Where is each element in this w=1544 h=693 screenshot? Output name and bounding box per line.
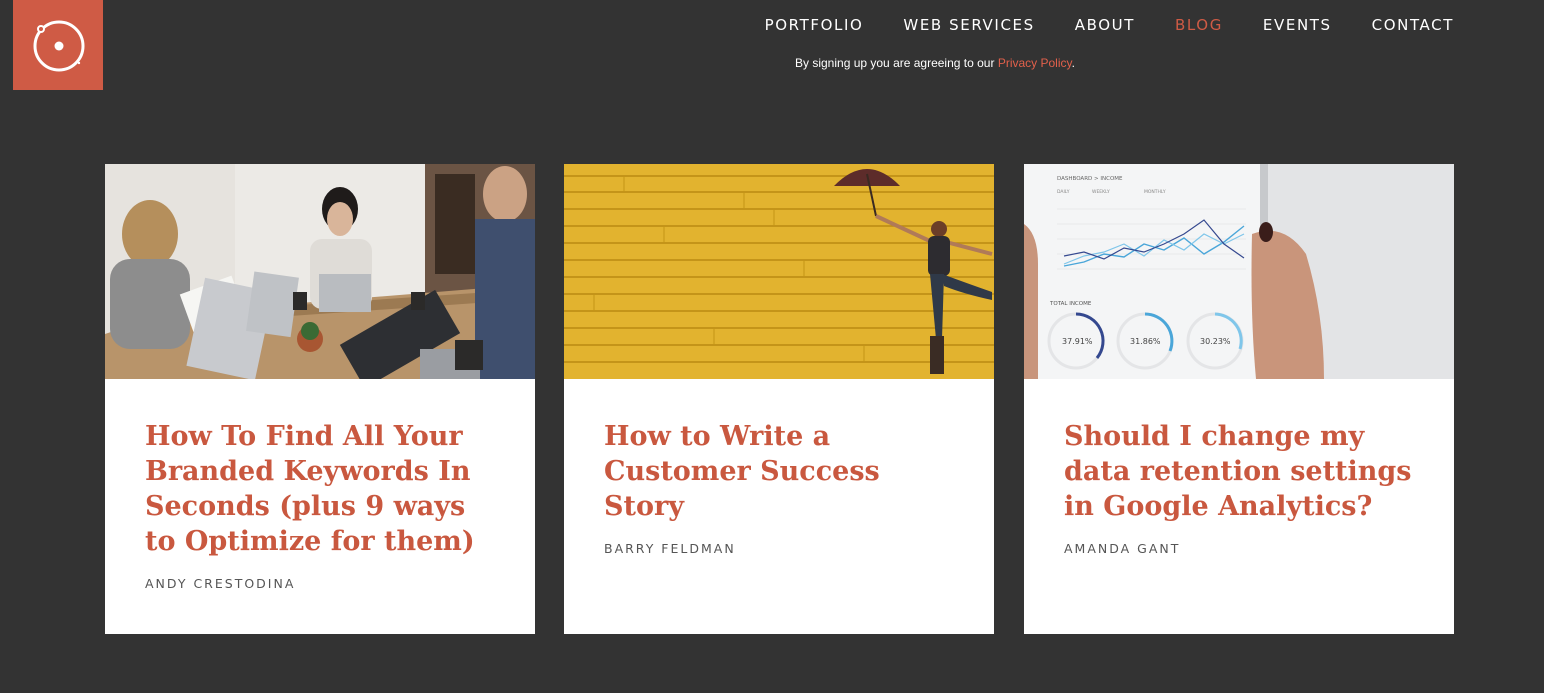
tablet-percent-3: 30.23% (1200, 337, 1231, 346)
post-author: BARRY FELDMAN (604, 541, 736, 556)
umbrella-wall-photo[interactable] (564, 164, 994, 379)
privacy-policy-link[interactable]: Privacy Policy (998, 56, 1072, 70)
tablet-percent-2: 31.86% (1130, 337, 1161, 346)
tablet-tab-monthly: MONTHLY (1144, 189, 1166, 195)
analytics-tablet-photo[interactable]: DASHBOARD > INCOME DAILY WEEKLY MONTHLY … (1024, 164, 1454, 379)
meeting-photo[interactable] (105, 164, 535, 379)
post-card[interactable]: How to Write a Customer Success Story BA… (564, 164, 994, 634)
post-card[interactable]: How To Find All Your Branded Keywords In… (105, 164, 535, 634)
nav-contact[interactable]: CONTACT (1372, 15, 1454, 35)
tablet-header: DASHBOARD > INCOME (1057, 176, 1123, 182)
signup-suffix: . (1071, 56, 1075, 70)
tablet-tab-weekly: WEEKLY (1092, 189, 1110, 195)
tablet-tab-daily: DAILY (1057, 189, 1070, 195)
tablet-percent-1: 37.91% (1062, 337, 1093, 346)
circle-logo-icon (33, 20, 85, 72)
nav-web-services[interactable]: WEB SERVICES (903, 15, 1034, 35)
signup-text: By signing up you are agreeing to our (795, 56, 998, 70)
post-title[interactable]: How To Find All Your Branded Keywords In… (145, 419, 495, 559)
nav-portfolio[interactable]: PORTFOLIO (765, 15, 864, 35)
post-author: AMANDA GANT (1064, 541, 1181, 556)
nav-events[interactable]: EVENTS (1263, 15, 1332, 35)
tablet-total-label: TOTAL INCOME (1049, 301, 1092, 307)
post-title[interactable]: How to Write a Customer Success Story (604, 419, 954, 524)
post-card[interactable]: DASHBOARD > INCOME DAILY WEEKLY MONTHLY … (1024, 164, 1454, 634)
brand-logo[interactable] (13, 0, 103, 90)
nav-blog[interactable]: BLOG (1175, 15, 1223, 35)
post-author: ANDY CRESTODINA (145, 576, 296, 591)
main-nav: PORTFOLIO WEB SERVICES ABOUT BLOG EVENTS… (725, 15, 1454, 35)
nav-about[interactable]: ABOUT (1075, 15, 1135, 35)
post-title[interactable]: Should I change my data retention settin… (1064, 419, 1414, 524)
